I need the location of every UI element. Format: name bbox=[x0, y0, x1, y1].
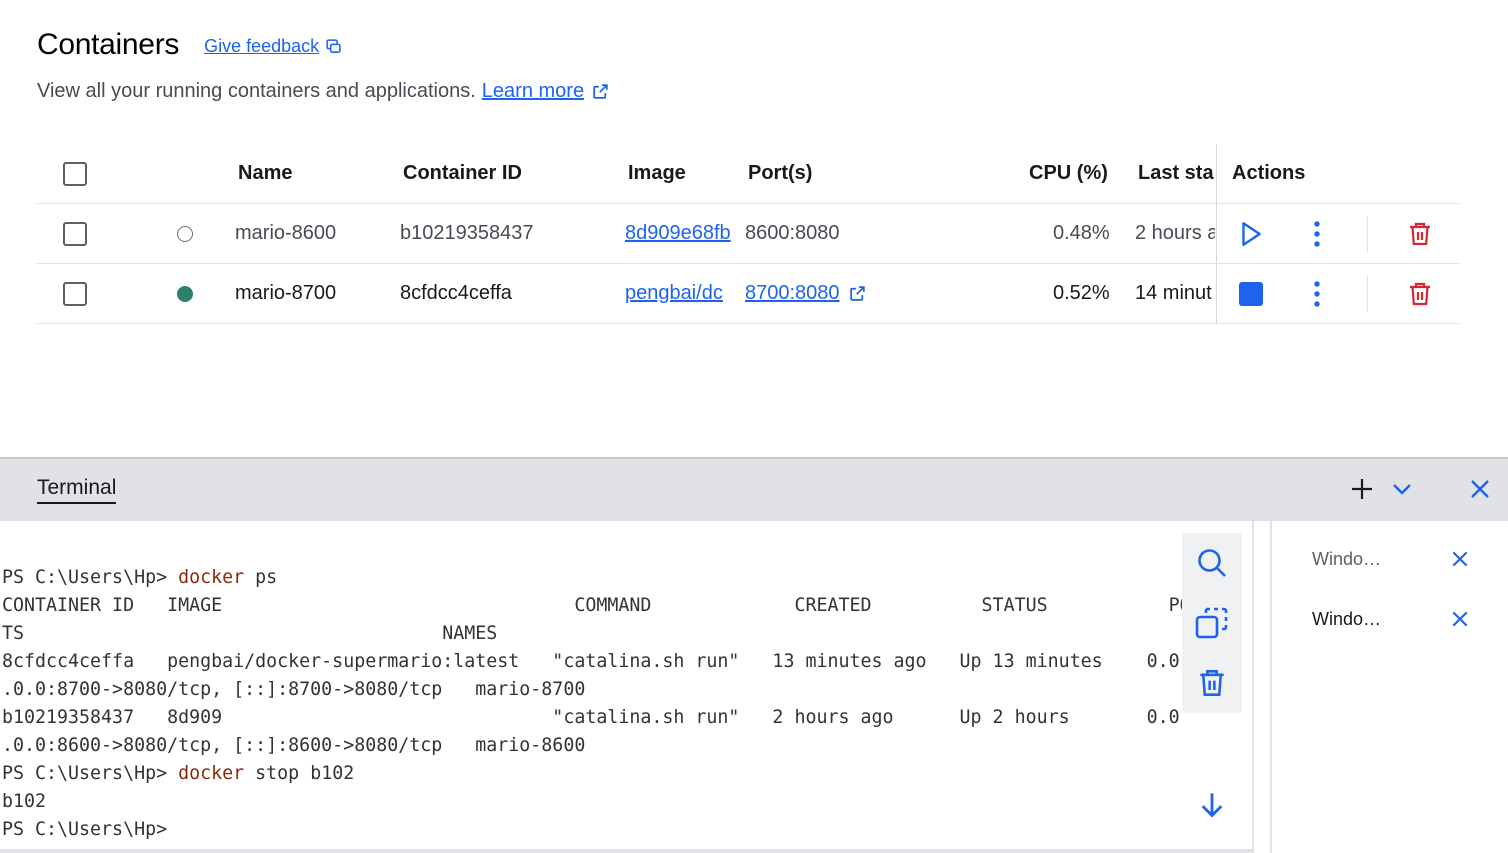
column-actions: Actions bbox=[1232, 162, 1306, 184]
last-started: 14 minut bbox=[1135, 282, 1212, 304]
row-checkbox[interactable] bbox=[63, 221, 87, 246]
action-separator bbox=[1367, 276, 1368, 312]
search-icon bbox=[1198, 549, 1226, 577]
trash-icon bbox=[1410, 282, 1430, 305]
feedback-icon bbox=[326, 39, 341, 53]
close-session-button[interactable] bbox=[1450, 549, 1470, 574]
table-row[interactable]: mario-8700 8cfdcc4ceffa pengbai/dc 8700:… bbox=[37, 264, 1459, 324]
copy-button[interactable] bbox=[1194, 605, 1230, 641]
table-row[interactable]: mario-8600 b10219358437 8d909e68fb 8600:… bbox=[37, 204, 1459, 264]
more-actions-button[interactable] bbox=[1302, 204, 1332, 263]
close-session-button[interactable] bbox=[1450, 609, 1470, 634]
container-id: 8cfdcc4ceffa bbox=[400, 282, 512, 304]
command-args: stop b102 bbox=[244, 763, 355, 784]
containers-table: Name Container ID Image Port(s) CPU (%) … bbox=[37, 144, 1459, 324]
scroll-to-bottom-button[interactable] bbox=[1194, 787, 1230, 823]
plus-icon bbox=[1352, 479, 1372, 499]
cpu-value: 0.52% bbox=[1053, 282, 1110, 304]
give-feedback-link[interactable]: Give feedback bbox=[204, 36, 342, 57]
close-icon bbox=[1452, 551, 1468, 567]
more-actions-button[interactable] bbox=[1302, 264, 1332, 323]
subtitle-text: View all your running containers and app… bbox=[37, 80, 476, 102]
copy-icon bbox=[1195, 607, 1228, 639]
column-image[interactable]: Image bbox=[628, 144, 686, 203]
close-icon bbox=[1471, 480, 1489, 498]
stop-icon bbox=[1239, 281, 1263, 306]
page-subtitle: View all your running containers and app… bbox=[37, 80, 610, 103]
prompt: PS C:\Users\Hp> bbox=[2, 763, 179, 784]
select-all-checkbox[interactable] bbox=[63, 161, 87, 186]
stop-button[interactable] bbox=[1236, 264, 1266, 323]
clear-terminal-button[interactable] bbox=[1194, 665, 1230, 701]
output-line: b102 bbox=[2, 791, 47, 812]
page-title: Containers bbox=[37, 28, 180, 61]
output-line: CONTAINER ID IMAGE COMMAND CREATED STATU… bbox=[2, 595, 1202, 616]
column-last-started[interactable]: Last sta bbox=[1138, 144, 1215, 203]
row-checkbox[interactable] bbox=[63, 281, 87, 306]
search-button[interactable] bbox=[1194, 545, 1230, 581]
action-separator bbox=[1367, 216, 1368, 252]
column-name[interactable]: Name bbox=[238, 144, 292, 203]
container-id: b10219358437 bbox=[400, 222, 534, 244]
trash-icon bbox=[1410, 222, 1430, 245]
start-button[interactable] bbox=[1236, 204, 1266, 263]
output-line: .0.0:8700->8080/tcp, [::]:8700->8080/tcp… bbox=[2, 679, 586, 700]
tab-terminal[interactable]: Terminal bbox=[37, 476, 117, 504]
prompt: PS C:\Users\Hp> bbox=[2, 819, 179, 840]
last-started: 2 hours a bbox=[1135, 222, 1215, 244]
give-feedback-label: Give feedback bbox=[204, 36, 320, 56]
terminal-tools bbox=[1182, 533, 1242, 713]
port-link[interactable]: 8700:8080 bbox=[745, 264, 867, 323]
more-vertical-icon bbox=[1314, 220, 1320, 247]
learn-more-label: Learn more bbox=[481, 80, 585, 102]
delete-button[interactable] bbox=[1405, 264, 1435, 323]
page-header: Containers Give feedback View all your r… bbox=[37, 28, 610, 103]
output-line: TS NAMES bbox=[2, 623, 498, 644]
terminal-toolbar: Terminal bbox=[0, 457, 1508, 521]
output-line: 8cfdcc4ceffa pengbai/docker-supermario:l… bbox=[2, 651, 1180, 672]
session-tab-active[interactable]: Windo… bbox=[1312, 609, 1381, 630]
terminal-text: PS C:\Users\Hp> docker ps CONTAINER ID I… bbox=[2, 564, 1202, 844]
terminal-output[interactable]: PS C:\Users\Hp> docker ps CONTAINER ID I… bbox=[0, 521, 1254, 853]
close-terminal-button[interactable] bbox=[1468, 477, 1492, 506]
terminal-menu-button[interactable] bbox=[1390, 477, 1414, 506]
cpu-value: 0.48% bbox=[1053, 222, 1110, 244]
column-ports[interactable]: Port(s) bbox=[748, 144, 812, 203]
container-name[interactable]: mario-8600 bbox=[235, 204, 336, 263]
column-container-id[interactable]: Container ID bbox=[403, 144, 522, 203]
trash-icon bbox=[1200, 670, 1224, 696]
external-link-icon bbox=[849, 286, 865, 301]
terminal-sessions-panel: Windo… Windo… bbox=[1270, 521, 1508, 853]
table-header: Name Container ID Image Port(s) CPU (%) … bbox=[37, 144, 1459, 204]
status-stopped-icon bbox=[177, 225, 193, 242]
port-link-label: 8700:8080 bbox=[745, 282, 840, 304]
learn-more-link[interactable]: Learn more bbox=[482, 80, 610, 103]
output-line: .0.0:8600->8080/tcp, [::]:8600->8080/tcp… bbox=[2, 735, 586, 756]
external-link-icon bbox=[593, 84, 608, 99]
image-link[interactable]: 8d909e68fb bbox=[625, 204, 733, 263]
session-tab[interactable]: Windo… bbox=[1312, 549, 1381, 570]
command: docker bbox=[178, 763, 245, 784]
status-running-icon bbox=[177, 285, 193, 302]
port-text: 8600:8080 bbox=[745, 222, 840, 244]
prompt: PS C:\Users\Hp> bbox=[2, 567, 179, 588]
delete-button[interactable] bbox=[1405, 204, 1435, 263]
more-vertical-icon bbox=[1314, 280, 1320, 307]
arrow-down-icon bbox=[1201, 793, 1223, 818]
close-icon bbox=[1452, 611, 1468, 627]
image-link[interactable]: pengbai/dc bbox=[625, 264, 733, 323]
command: docker bbox=[178, 567, 245, 588]
new-terminal-button[interactable] bbox=[1350, 477, 1374, 506]
command-args: ps bbox=[244, 567, 278, 588]
container-name[interactable]: mario-8700 bbox=[235, 264, 336, 323]
play-icon bbox=[1242, 221, 1261, 246]
chevron-down-icon bbox=[1393, 484, 1411, 495]
column-cpu[interactable]: CPU (%) bbox=[1029, 144, 1108, 203]
output-line: b10219358437 8d909 "catalina.sh run" 2 h… bbox=[2, 707, 1180, 728]
